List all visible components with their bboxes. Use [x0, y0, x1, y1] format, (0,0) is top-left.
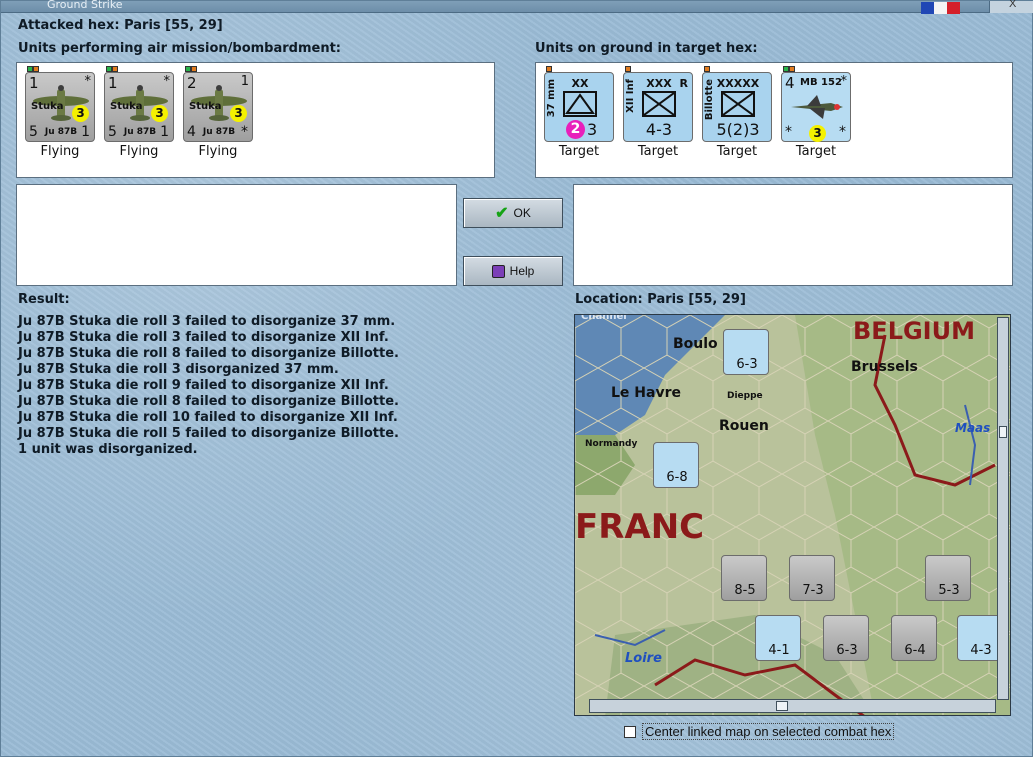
ground-units-label: Units on ground in target hex:: [535, 41, 758, 56]
result-line: Ju 87B Stuka die roll 3 failed to disorg…: [18, 330, 389, 345]
map-horizontal-scrollbar[interactable]: [589, 699, 996, 713]
infantry-symbol-icon: [642, 91, 676, 117]
result-line: Ju 87B Stuka die roll 8 failed to disorg…: [18, 394, 399, 409]
checkmark-icon: ✔: [495, 205, 509, 222]
center-map-checkbox-label[interactable]: Center linked map on selected combat hex: [642, 723, 895, 740]
result-label: Result:: [18, 292, 70, 307]
result-line: Ju 87B Stuka die roll 9 failed to disorg…: [18, 378, 389, 393]
map-label-boulogne: Boulo: [673, 336, 718, 352]
vertical-scroll-thumb[interactable]: [999, 426, 1007, 438]
map-label-loire: Loire: [625, 651, 662, 666]
map-vertical-scrollbar[interactable]: [997, 317, 1009, 700]
result-line: Ju 87B Stuka die roll 8 failed to disorg…: [18, 346, 399, 361]
air-unit-counter[interactable]: 1 * Stuka 3 5 Ju 87B 1 Flying: [25, 66, 99, 164]
air-units-panel: 1 * Stuka 3 5 Ju 87B 1 Flying 1 * Stuka …: [16, 62, 495, 178]
map-unit-counter[interactable]: 6-3: [723, 329, 769, 375]
air-units-label: Units performing air mission/bombardment…: [18, 41, 342, 56]
map-label-belgium: BELGIUM: [853, 317, 975, 345]
map-label-channel: Channel: [581, 314, 627, 322]
ground-unit-caption: Target: [795, 144, 837, 159]
map-unit-counter[interactable]: 6-8: [653, 442, 699, 488]
attacker-info-box: [16, 184, 457, 286]
location-map[interactable]: BELGIUM Brussels Boulo Le Havre Dieppe R…: [574, 314, 1011, 716]
center-map-checkbox[interactable]: [624, 725, 636, 738]
air-unit-counter[interactable]: 2 1 Stuka 3 4 Ju 87B * Flying: [183, 66, 257, 164]
ground-unit-counter[interactable]: XXXXX Billotte 5(2)3 Target: [702, 66, 776, 164]
center-map-option[interactable]: Center linked map on selected combat hex: [624, 723, 895, 740]
result-log: Ju 87B Stuka die roll 3 failed to disorg…: [18, 314, 399, 458]
close-button[interactable]: X: [989, 0, 1033, 13]
ground-strike-window: Ground Strike X Attacked hex: Paris [55,…: [0, 0, 1033, 757]
map-label-le-havre: Le Havre: [611, 385, 681, 401]
map-label-france: FRANC: [575, 507, 705, 547]
result-line: Ju 87B Stuka die roll 5 failed to disorg…: [18, 426, 399, 441]
ground-unit-counter[interactable]: XXX R XII Inf 4-3 Target: [623, 66, 697, 164]
air-unit-caption: Flying: [119, 144, 159, 159]
air-unit-caption: Flying: [40, 144, 80, 159]
defender-info-box: [573, 184, 1013, 286]
fighter-plane-icon: [791, 95, 843, 119]
location-label: Location: Paris [55, 29]: [575, 292, 746, 307]
map-label-rouen: Rouen: [719, 418, 769, 434]
result-line: Ju 87B Stuka die roll 10 failed to disor…: [18, 410, 398, 425]
map-unit-counter[interactable]: 6-3: [823, 615, 869, 661]
map-unit-counter[interactable]: 8-5: [721, 555, 767, 601]
map-unit-counter[interactable]: 5-3: [925, 555, 971, 601]
map-label-dieppe: Dieppe: [727, 391, 763, 401]
result-line: Ju 87B Stuka die roll 3 disorganized 37 …: [18, 362, 339, 377]
ground-unit-caption: Target: [716, 144, 758, 159]
map-unit-counter[interactable]: 4-1: [755, 615, 801, 661]
ground-unit-counter[interactable]: XX 37 mm 2 3 Target: [544, 66, 618, 164]
help-book-icon: [491, 264, 505, 278]
attacked-hex-label: Attacked hex: Paris [55, 29]: [18, 18, 223, 33]
title-bar: Ground Strike X: [1, 0, 1033, 14]
artillery-symbol-icon: [563, 91, 597, 117]
hq-symbol-icon: [721, 91, 755, 117]
air-unit-counter[interactable]: 1 * Stuka 3 5 Ju 87B 1 Flying: [104, 66, 178, 164]
map-unit-counter[interactable]: 7-3: [789, 555, 835, 601]
ok-button[interactable]: ✔ OK: [463, 198, 563, 228]
map-label-maas: Maas: [955, 421, 991, 435]
ground-unit-caption: Target: [637, 144, 679, 159]
air-unit-caption: Flying: [198, 144, 238, 159]
horizontal-scroll-thumb[interactable]: [776, 701, 788, 711]
ground-unit-caption: Target: [558, 144, 600, 159]
help-button[interactable]: Help: [463, 256, 563, 286]
france-flag-icon: [921, 1, 961, 14]
disorganized-marker: 2: [566, 120, 585, 139]
ground-unit-counter[interactable]: 4 MB 152 * * 3 * Target: [781, 66, 855, 164]
window-title: Ground Strike: [47, 0, 123, 11]
ground-units-panel: XX 37 mm 2 3 Target XXX R XII Inf 4-3 Ta…: [535, 62, 1013, 178]
map-unit-counter[interactable]: 6-4: [891, 615, 937, 661]
result-line: Ju 87B Stuka die roll 3 failed to disorg…: [18, 314, 396, 329]
map-label-brussels: Brussels: [851, 359, 918, 375]
map-label-normandy: Normandy: [585, 439, 638, 449]
result-line: 1 unit was disorganized.: [18, 442, 198, 457]
